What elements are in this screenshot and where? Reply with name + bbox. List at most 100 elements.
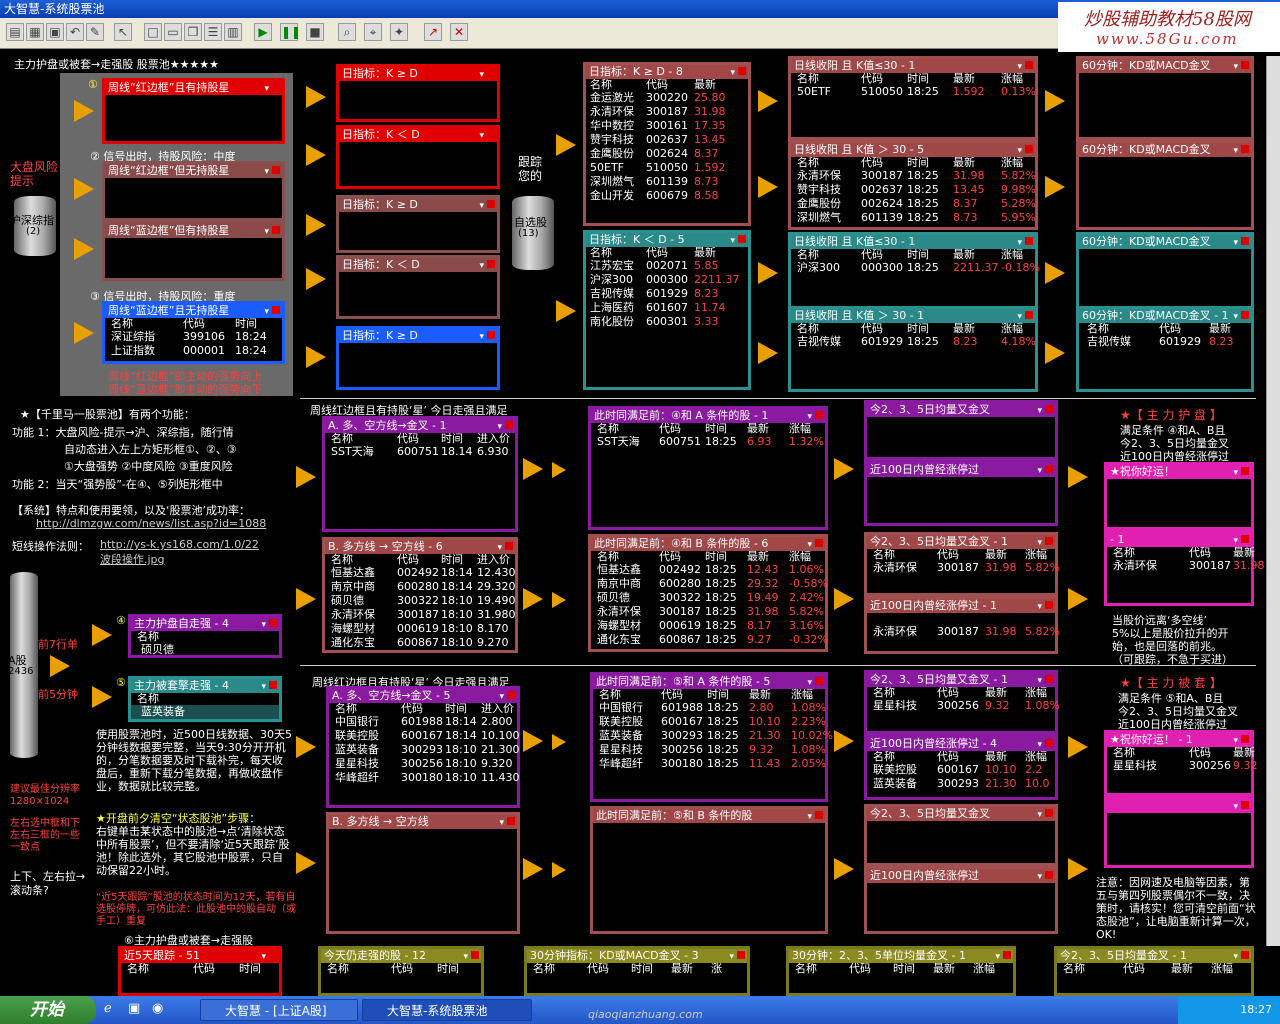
table-row[interactable]: 中国银行 601988 18:14 2.800 (329, 715, 517, 729)
panel-menu-icon[interactable]: ▾ (729, 950, 745, 963)
table-row[interactable]: 星星科技 300256 9.32 (1107, 759, 1258, 773)
panel-menu-icon[interactable]: ▾ (463, 950, 479, 963)
intro-url2-link[interactable]: http://ys-k.ys168.com/1.0/22 (100, 538, 259, 551)
table-row[interactable]: 联美控股 600167 18:14 10.100 (329, 729, 520, 743)
table-row[interactable]: 上证指数 000001 18:24 (105, 344, 282, 358)
panel-wish-guard[interactable]: ★祝你好运！ ▾ (1104, 462, 1254, 530)
table-row[interactable]: 联美控股 600167 18:25 10.10 2.23% (593, 715, 826, 729)
panel-menu-icon[interactable]: ▾ (995, 950, 1011, 963)
panel-menu-icon[interactable]: ▾ (1037, 536, 1053, 549)
table-row[interactable]: 50ETF 510050 1.592 (586, 161, 748, 175)
panel-menu-icon[interactable]: ▾ (1233, 734, 1249, 747)
panel-row4-b[interactable]: B. 多方线 → 空方线 - 6 ▾ 名称 代码 时间 进入价 恒基达鑫 002492 18… (322, 537, 518, 653)
stop-icon[interactable]: ■ (306, 23, 324, 41)
panel-row4-f[interactable]: 近100日内曾经涨停过 ▾ (864, 460, 1058, 526)
panel-60min-d[interactable]: 60分钟：KD或MACD金叉 - 1 ▾ 名称 代码 最新 吉视传媒 601929 8.2… (1076, 306, 1254, 392)
table-row[interactable]: 永清环保 300187 18:10 31.980 (325, 608, 516, 622)
table-row[interactable]: 江苏宏宝 002071 5.85 (586, 259, 748, 273)
table-row[interactable]: 永清环保 300187 18:25 31.98 5.82% (591, 605, 825, 619)
task-dzh-a-share[interactable]: 大智慧 - [上证A股] (200, 999, 358, 1021)
panel-menu-icon[interactable]: ▾ (479, 259, 495, 272)
table-row[interactable]: 蓝英装备 300293 18:10 21.300 (329, 743, 520, 757)
table-row[interactable]: 通化东宝 600867 18:10 9.270 (325, 636, 515, 650)
panel-bottom-30min-kd[interactable]: 30分钟指标：KD或MACD金叉 - 3 ▾ 名称 代码 时间 最新涨 (524, 946, 750, 996)
panel-menu-icon[interactable]: ▾ (1037, 738, 1053, 751)
panel-row4-h[interactable]: 近100日内曾经涨停过 - 1 ▾ 永清环保 300187 31.98 5.82% (864, 596, 1060, 654)
panel-menu-icon[interactable]: ▾ (264, 225, 280, 238)
table-row[interactable]: 永清环保 300187 31.98 (1107, 559, 1265, 573)
table-row[interactable]: 联美控股 600167 10.10 2.2 (867, 763, 1055, 777)
panel-main-guard[interactable]: 主力护盘自走强 - 4 ▾ 名称 硕贝德 (128, 614, 282, 658)
panel-row4-d[interactable]: 此时同满足前：④和 B 条件的股 - 6 ▾ 名称 代码 时间 最新 涨幅 恒基达鑫 002… (588, 534, 828, 652)
table-row[interactable]: 硕贝德 300322 18:10 19.490 (325, 594, 516, 608)
panel-menu-icon[interactable]: ▾ (1233, 800, 1249, 813)
panel-menu-icon[interactable]: ▾ (1017, 60, 1033, 73)
panel-menu-icon[interactable]: ▾ (1017, 144, 1033, 157)
table-row[interactable]: 金山开发 600679 8.58 (586, 189, 748, 203)
layout-icon[interactable]: ▭ (164, 23, 182, 41)
panel-row5-e[interactable]: 今2、3、5日均量又金叉 - 1 ▾ 名称 代码 最新 涨幅 星星科技 300256 9.3… (864, 670, 1060, 734)
panel-bottom-30min-vol[interactable]: 30分钟：2、3、5单位均量金叉 - 1 ▾ 名称 代码 时间 最新 涨幅 (786, 946, 1016, 996)
panel-menu-icon[interactable]: ▾ (1233, 60, 1249, 73)
panel-kd-down-list[interactable]: 日指标：K ＜ D - 5 ▾ 名称 代码 最新 江苏宏宝 002071 5.85 沪深30… (583, 230, 751, 390)
open-icon[interactable]: ▤ (6, 23, 24, 41)
panel-menu-icon[interactable]: ▾ (261, 950, 277, 963)
panel-menu-icon[interactable]: ▾ (499, 816, 515, 829)
table-row[interactable]: 蓝英装备 300293 21.30 10.0 (867, 777, 1055, 791)
play-icon[interactable]: ▶ (254, 23, 272, 41)
table-row[interactable]: 永清环保 300187 31.98 (586, 105, 748, 119)
table-row[interactable]: 沪深300 000300 18:25 2211.37 -0.18% (791, 261, 1040, 275)
panel-bottom-vol[interactable]: 今2、3、5日均量金叉 - 1 ▾ 名称 代码 最新 涨幅 (1054, 946, 1254, 996)
search-stock-icon[interactable]: ⌖ (364, 23, 382, 41)
panel-row5-h[interactable]: 近100日内曾经涨停过 ▾ (864, 866, 1058, 934)
panel-row5-g[interactable]: 今2、3、5日均量又金叉 ▾ (864, 804, 1058, 866)
panel-kd-down-1[interactable]: 日指标：K ＜ D ▾ (336, 125, 500, 189)
panel-menu-icon[interactable]: ▾ (264, 305, 280, 318)
table-row[interactable]: 沪深300 000300 2211.37 (586, 273, 748, 287)
tool-icon[interactable]: ✎ (86, 23, 104, 41)
panel-row4-c[interactable]: 此时同满足前：④和 A 条件的股 - 1 ▾ 名称 代码 时间 最新 涨幅 SST天海 60… (588, 406, 828, 530)
panel-main-trap[interactable]: 主力被套擎走强 - 4 ▾ 名称 蓝英装备 (128, 676, 282, 722)
panel-menu-icon[interactable]: ▾ (1233, 466, 1249, 479)
panel-60min-a[interactable]: 60分钟：KD或MACD金叉 ▾ (1076, 56, 1254, 140)
panel-red-frame-star[interactable]: 周线“红边框”且有持股星 ▾ (102, 78, 285, 144)
table-row[interactable]: SST天海 600751 18:25 6.93 1.32% (591, 435, 825, 449)
table-row[interactable]: 吉视传媒 601929 8.23 (1079, 335, 1251, 349)
panel-menu-icon[interactable]: ▾ (807, 538, 823, 551)
table-row[interactable]: SST天海 600751 18.14 6.930 (325, 445, 515, 459)
table-row[interactable]: 恒基达鑫 002492 18:14 12.430 (325, 566, 516, 580)
table-row[interactable]: 吉视传媒 601929 8.23 (586, 287, 748, 301)
panel-row5-f[interactable]: 近100日内曾经涨停过 - 4 ▾ 名称 代码 最新 涨幅 联美控股 600167 10.1… (864, 734, 1058, 800)
table-row[interactable]: 硕贝德 300322 18:25 19.49 2.42% (591, 591, 825, 605)
undo-icon[interactable]: ↶ (66, 23, 84, 41)
table-row[interactable]: 中国银行 601988 18:25 2.80 1.08% (593, 701, 826, 715)
table-row[interactable]: 恒基达鑫 002492 18:25 12.43 1.06% (591, 563, 825, 577)
panel-kd-up-3[interactable]: 日指标：K ≥ D ▾ (336, 326, 500, 390)
close-icon[interactable]: ✕ (450, 23, 468, 41)
table-row[interactable]: 深证综指 399106 18:24 (105, 330, 282, 344)
panel-daily-c[interactable]: 日线收阳 且 K值≤30 - 1 ▾ 名称 代码 时间 最新 涨幅 沪深300 000300… (788, 232, 1040, 310)
panel-menu-icon[interactable]: ▾ (264, 165, 280, 178)
table-row[interactable]: 南京中商 600280 18:14 29.320 (325, 580, 516, 594)
panel-row5-a[interactable]: A. 多、空方线→金叉 - 5 ▾ 名称 代码 时间 进入价 中国银行 601988 18:… (326, 686, 520, 808)
table-row[interactable]: 吉视传媒 601929 18:25 8.23 4.18% (791, 335, 1036, 349)
table-row[interactable]: 深圳燃气 601139 8.73 (586, 175, 748, 189)
panel-daily-b[interactable]: 日线收阳 且 K值 ＞ 30 - 5 ▾ 名称 代码 时间 最新 涨幅 永清环保 30018… (788, 140, 1038, 230)
table-row[interactable]: 海螺型材 000619 18:10 8.170 (325, 622, 515, 636)
panel-menu-icon[interactable]: ▾ (499, 690, 515, 703)
panel-menu-icon[interactable]: ▾ (1037, 600, 1053, 613)
panel-row5-d[interactable]: 此时同满足前：⑤和 B 条件的股 ▾ (590, 806, 828, 934)
panel-menu-icon[interactable]: ▾ (1233, 534, 1249, 547)
panel-row4-e[interactable]: 今2、3、5日均量又金叉 ▾ (864, 400, 1058, 460)
panel-menu-icon[interactable]: ▾ (497, 420, 513, 433)
panel-kd-up-list[interactable]: 日指标：K ≥ D - 8 ▾ 名称 代码 最新 金运激光 300220 25.80 永清环… (583, 62, 751, 226)
table-row[interactable]: 上海医药 601607 11.74 (586, 301, 748, 315)
panel-menu-icon[interactable]: ▾ (1233, 144, 1249, 157)
table-row[interactable]: 华峰超纤 300180 18:10 11.430 (329, 771, 520, 785)
table-row[interactable]: 永清环保 300187 31.98 5.82% (867, 561, 1060, 575)
panel-wish-guard-2[interactable]: - 1 ▾ 名称 代码 最新 永清环保 300187 31.98 (1104, 530, 1265, 606)
panel-row4-g[interactable]: 今2、3、5日均量又金叉 - 1 ▾ 名称 代码 最新 涨幅 永清环保 300187 31.… (864, 532, 1060, 596)
pointer-icon[interactable]: ↖ (114, 23, 132, 41)
panel-menu-icon[interactable]: ▾ (1017, 310, 1033, 323)
panel-menu-icon[interactable]: ▾ (1233, 950, 1249, 963)
